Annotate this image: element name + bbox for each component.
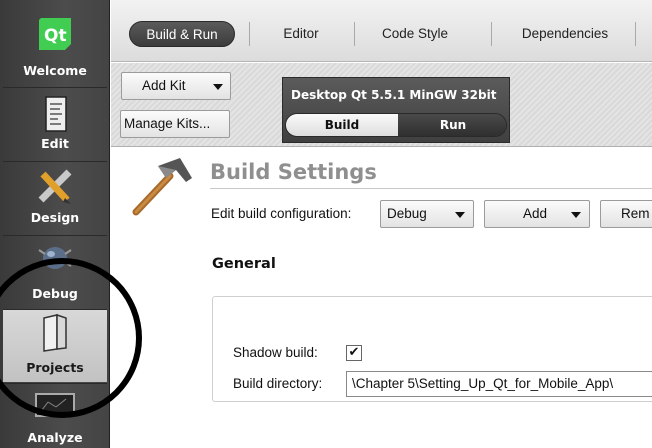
shadow-build-checkbox[interactable]: ✔ — [346, 345, 362, 361]
build-directory-label: Build directory: — [233, 376, 323, 391]
page-title: Build Settings — [210, 160, 377, 184]
settings-tab-bar: Build & Run Editor Code Style Dependenci… — [111, 0, 652, 62]
mode-label-welcome: Welcome — [23, 63, 87, 78]
kit-run-button[interactable]: Run — [398, 114, 506, 136]
shadow-build-label: Shadow build: — [233, 345, 318, 360]
tab-build-run[interactable]: Build & Run — [129, 21, 235, 47]
build-config-select[interactable]: Debug — [380, 200, 474, 228]
mode-design[interactable]: Design — [3, 162, 107, 234]
add-config-label: Add — [523, 206, 548, 221]
mode-edit[interactable]: Edit — [3, 88, 107, 160]
add-kit-button[interactable]: Add Kit — [121, 72, 231, 100]
tab-dependencies[interactable]: Dependencies — [503, 21, 627, 47]
tab-code-style[interactable]: Code Style — [367, 21, 463, 47]
tab-editor[interactable]: Editor — [263, 21, 339, 47]
title-divider — [210, 188, 652, 189]
manage-kits-button[interactable]: Manage Kits... — [120, 110, 230, 138]
chevron-down-icon — [571, 212, 581, 218]
mode-analyze[interactable]: Analyze — [3, 384, 107, 448]
pencil-ruler-icon — [38, 169, 72, 204]
svg-text:Qt: Qt — [44, 26, 67, 46]
chevron-down-icon — [213, 84, 223, 90]
build-config-value: Debug — [387, 206, 427, 221]
bug-icon — [38, 247, 72, 269]
mode-label-design: Design — [30, 210, 80, 225]
monitor-icon — [35, 393, 75, 417]
folder-icon — [43, 314, 67, 352]
build-run-toggle: Build Run — [285, 113, 507, 137]
build-directory-field[interactable]: \Chapter 5\Setting_Up_Qt_for_Mobile_App\ — [346, 371, 652, 397]
hammer-icon — [132, 158, 192, 216]
add-config-button[interactable]: Add — [484, 200, 590, 228]
mode-welcome[interactable]: Qt Welcome — [3, 0, 107, 86]
remove-config-button[interactable]: Rem — [600, 200, 652, 228]
chevron-down-icon — [455, 212, 465, 218]
mode-projects[interactable]: Projects — [3, 310, 107, 382]
kit-build-button[interactable]: Build — [286, 114, 398, 136]
mode-label-projects: Projects — [26, 360, 84, 375]
add-kit-label: Add Kit — [142, 78, 186, 93]
qt-logo-icon: Qt — [39, 18, 71, 50]
document-icon — [45, 96, 67, 132]
mode-label-edit: Edit — [41, 136, 69, 151]
kit-name: Desktop Qt 5.5.1 MinGW 32bit — [291, 88, 497, 102]
mode-label-debug: Debug — [32, 286, 78, 301]
remove-config-label: Rem — [621, 206, 650, 221]
manage-kits-label: Manage Kits... — [124, 116, 211, 131]
edit-config-label: Edit build configuration: — [211, 206, 352, 221]
mode-label-analyze: Analyze — [27, 430, 83, 445]
general-section-title: General — [212, 256, 276, 272]
mode-sidebar: Qt Welcome Edit Design Debug Projects An… — [0, 0, 110, 448]
mode-debug[interactable]: Debug — [3, 236, 107, 308]
